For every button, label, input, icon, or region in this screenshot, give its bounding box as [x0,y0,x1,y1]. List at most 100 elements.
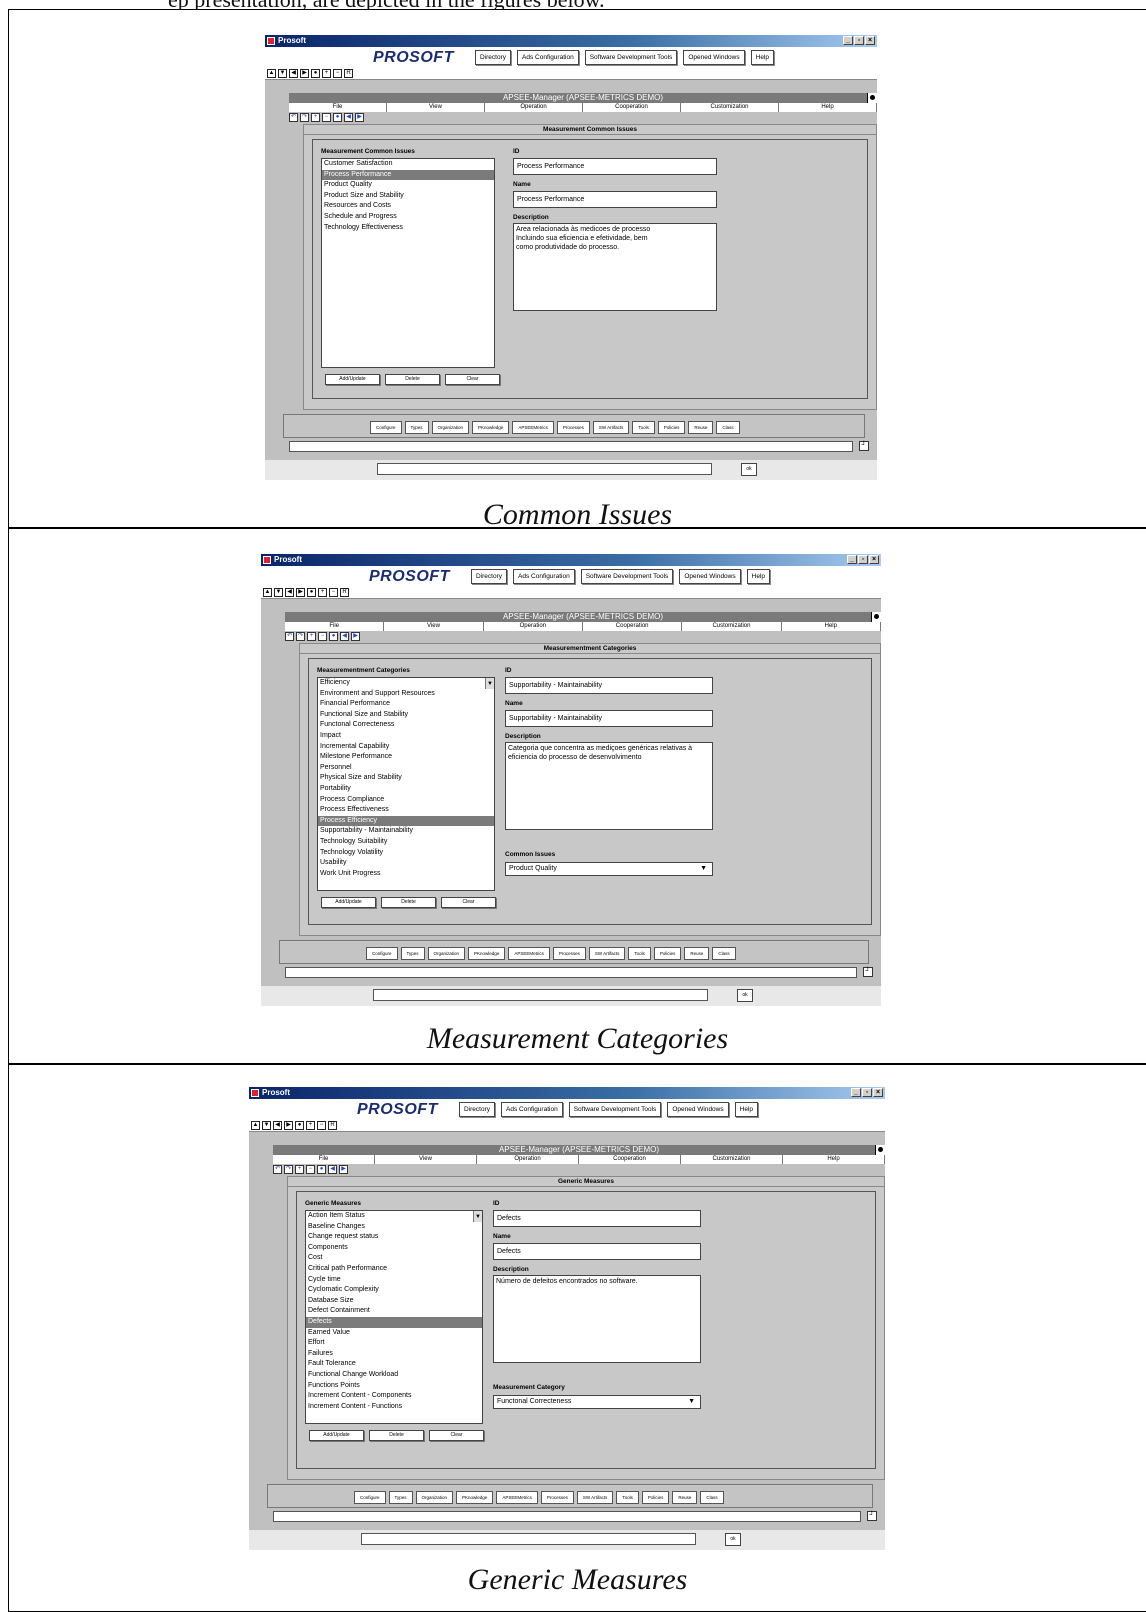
module-tab[interactable]: Reuse [672,1491,698,1504]
top-button[interactable]: Ads Configuration [517,50,579,65]
clear-button[interactable]: Clear [445,374,500,385]
list-item[interactable]: Cost [306,1253,482,1264]
nav-button[interactable]: R [344,69,353,78]
list-item[interactable]: Technology Volatility [318,848,494,859]
menu-item[interactable]: File [289,103,387,112]
list-item[interactable]: Functonal Correcteness [318,720,494,731]
menu-item[interactable]: Operation [484,622,583,631]
module-tab[interactable]: Tools [616,1491,639,1504]
list-item[interactable]: Product Size and Stability [322,191,494,202]
module-tab[interactable]: APSEEMetrics [508,947,550,960]
module-tab[interactable]: Configure [370,421,402,434]
toolbar-icon[interactable]: ● [317,1165,326,1174]
id-field[interactable]: Supportability - Maintainability [505,677,713,694]
module-tab[interactable]: Class [700,1491,724,1504]
module-tab[interactable]: SW Artifacts [576,1491,614,1504]
chevron-down-icon[interactable]: ▼ [688,1396,695,1408]
module-tab[interactable]: Organization [415,1491,454,1504]
toolbar-icon[interactable]: ● [333,113,342,122]
close-button[interactable]: × [869,555,879,564]
toolbar-icon[interactable]: ↶ [285,632,294,641]
toolbar-icon[interactable]: − [322,113,331,122]
top-button[interactable]: Opened Windows [679,569,741,584]
top-button[interactable]: Directory [459,1102,496,1117]
top-button[interactable]: Software Development Tools [584,50,678,65]
list-item[interactable]: Change request status [306,1232,482,1243]
top-button[interactable]: Help [746,569,770,584]
list-item[interactable]: Technology Suitability [318,837,494,848]
minimize-button[interactable]: _ [847,555,857,564]
module-tab[interactable]: Organization [427,947,466,960]
list-item[interactable]: Technology Effectiveness [322,223,494,234]
nav-button[interactable]: ▲ [267,69,276,78]
list-item[interactable]: Financial Performance [318,699,494,710]
module-tab[interactable]: Reuse [688,421,714,434]
add-update-button[interactable]: Add/Update [309,1430,364,1441]
clear-button[interactable]: Clear [441,897,496,908]
list-item[interactable]: Functional Change Workload [306,1370,482,1381]
resize-icon[interactable]: ┘ [863,967,873,977]
list-item[interactable]: Physical Size and Stability [318,773,494,784]
list-item[interactable]: Defect Containment [306,1306,482,1317]
module-tab[interactable]: APSEEMetrics [512,421,554,434]
module-tab[interactable]: Configure [366,947,398,960]
add-update-button[interactable]: Add/Update [325,374,380,385]
status-field[interactable] [289,441,853,452]
close-button[interactable]: × [873,1088,883,1097]
chevron-down-icon[interactable]: ▼ [700,863,707,875]
list-item[interactable]: Incremental Capability [318,742,494,753]
item-list[interactable]: Action Item Status Baseline Changes Change… [305,1210,483,1424]
list-item[interactable]: Product Quality [322,180,494,191]
menu-item[interactable]: Help [779,103,877,112]
toolbar-icon[interactable]: ◀ [328,1165,337,1174]
module-tab[interactable]: Tools [632,421,655,434]
list-item[interactable]: Process Compliance [318,795,494,806]
nav-button[interactable]: ● [295,1121,304,1130]
id-field[interactable]: Process Performance [513,158,717,175]
nav-button[interactable]: − [317,1121,326,1130]
menu-item[interactable]: File [285,622,385,631]
toolbar-icon[interactable]: ↶ [273,1165,282,1174]
resize-icon[interactable]: ┘ [867,1511,877,1521]
module-tab[interactable]: Types [404,421,429,434]
list-item[interactable]: Critical path Performance [306,1264,482,1275]
list-item[interactable]: Functional Size and Stability [318,710,494,721]
nav-button[interactable]: R [340,588,349,597]
add-update-button[interactable]: Add/Update [321,897,376,908]
list-item[interactable]: Baseline Changes [306,1222,482,1233]
module-tab[interactable]: Policies [641,1491,670,1504]
menu-item[interactable]: File [273,1155,375,1164]
manager-close-icon[interactable] [867,93,877,103]
delete-button[interactable]: Delete [385,374,440,385]
list-item[interactable]: Cyclomatic Complexity [306,1285,482,1296]
module-tab[interactable]: Class [716,421,740,434]
module-tab[interactable]: PKnowledge [468,947,506,960]
list-item[interactable]: Earned Value [306,1328,482,1339]
nav-button[interactable]: + [306,1121,315,1130]
toolbar-icon[interactable]: − [306,1165,315,1174]
menu-item[interactable]: Customization [681,103,779,112]
top-button[interactable]: Opened Windows [667,1102,729,1117]
list-item[interactable]: Cycle time [306,1275,482,1286]
category-select[interactable]: Product Quality ▼ [505,862,713,876]
nav-button[interactable]: + [318,588,327,597]
command-input[interactable] [377,463,712,475]
minimize-button[interactable]: _ [843,36,853,45]
list-item[interactable]: Personnel [318,763,494,774]
module-tab[interactable]: Configure [354,1491,386,1504]
toolbar-icon[interactable]: + [307,632,316,641]
manager-close-icon[interactable] [871,612,881,622]
list-item[interactable]: Supportability - Maintainability [318,826,494,837]
item-list[interactable]: Customer Satisfaction Process Performance… [321,158,495,368]
menu-item[interactable]: View [375,1155,477,1164]
list-item[interactable]: Portability [318,784,494,795]
ok-button[interactable]: ok [725,1533,741,1546]
list-item[interactable]: Database Size [306,1296,482,1307]
toolbar-icon[interactable]: ▶ [339,1165,348,1174]
list-item[interactable]: Work Unit Progress [318,869,494,880]
nav-button[interactable]: ▶ [296,588,305,597]
list-item[interactable]: Process Efficiency [318,815,494,827]
status-field[interactable] [285,967,857,978]
nav-button[interactable]: R [328,1121,337,1130]
top-button[interactable]: Opened Windows [683,50,745,65]
